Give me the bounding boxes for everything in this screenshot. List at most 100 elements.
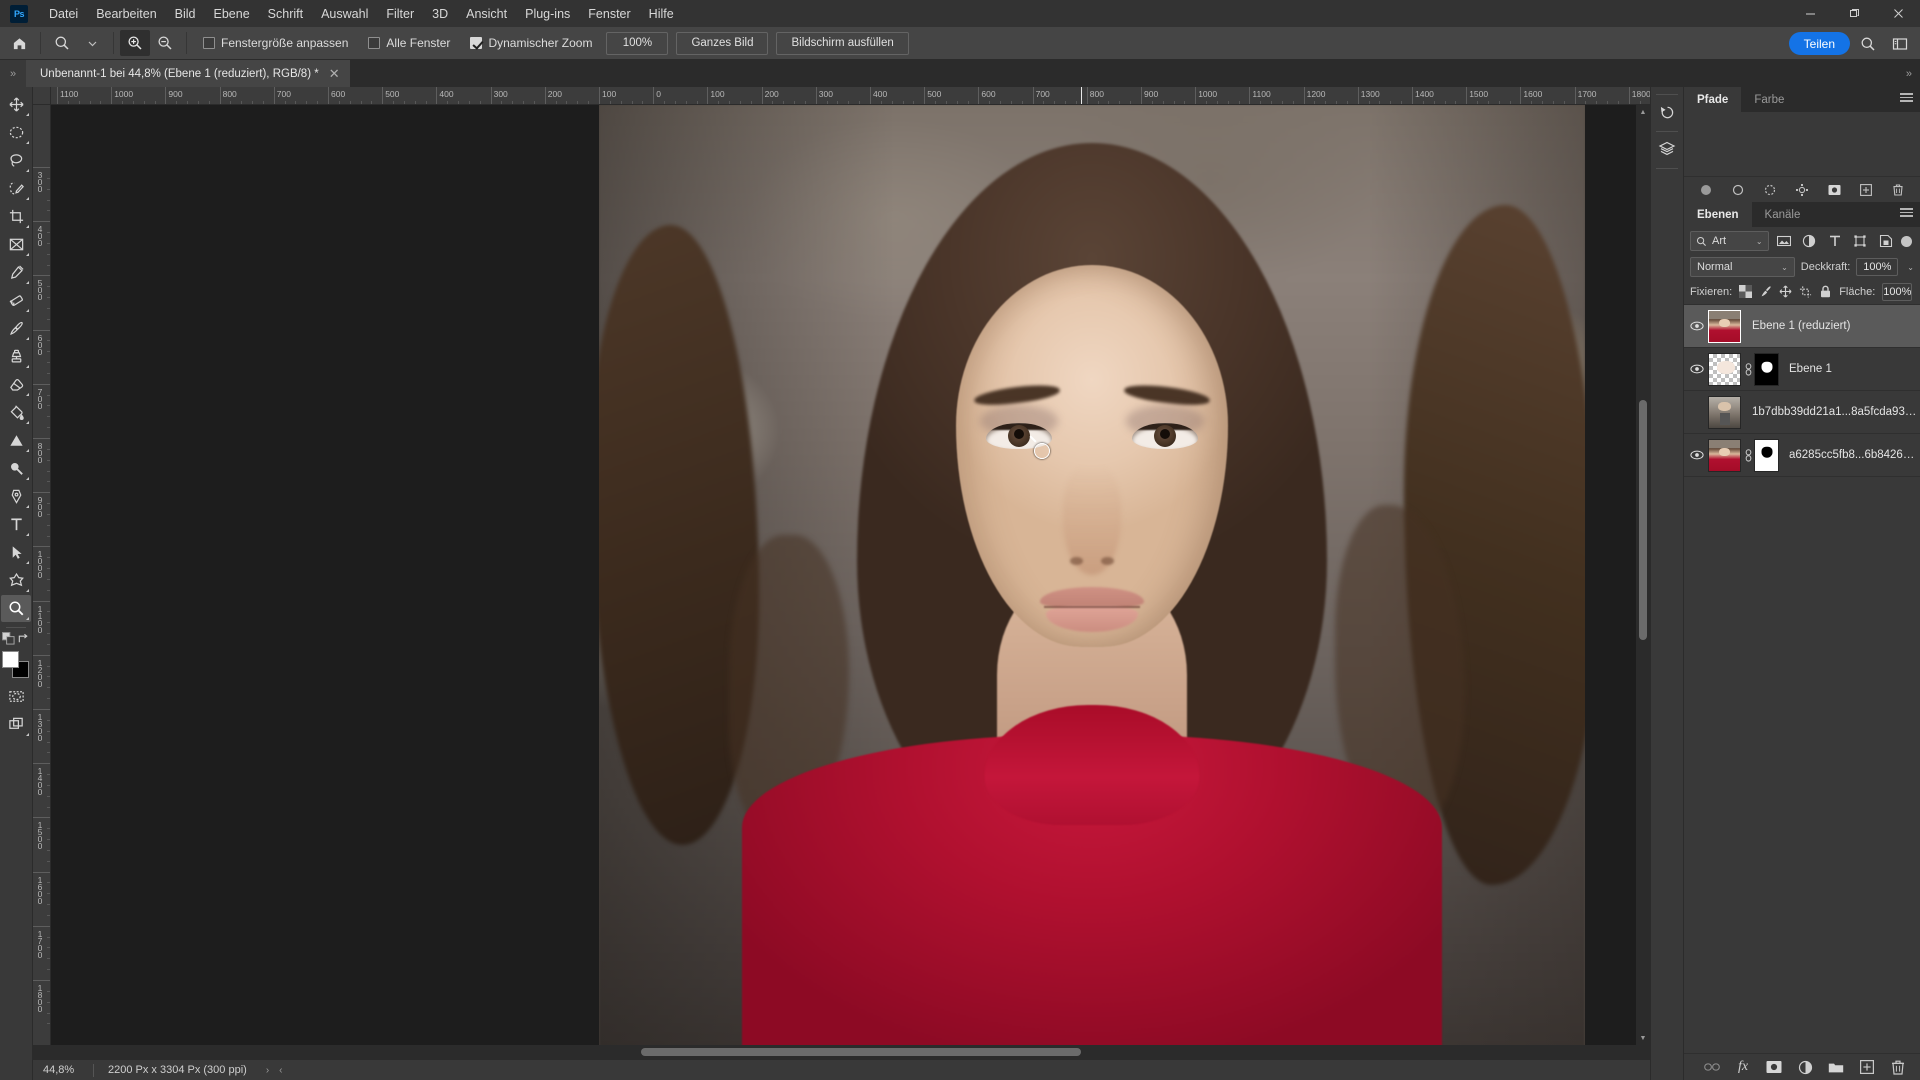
menu-schrift[interactable]: Schrift xyxy=(259,2,312,26)
document-tab[interactable]: Unbenannt-1 bei 44,8% (Ebene 1 (reduzier… xyxy=(26,60,351,87)
tab-pfade[interactable]: Pfade xyxy=(1684,87,1742,112)
checkbox-dynamischer-zoom[interactable]: Dynamischer Zoom xyxy=(460,36,602,50)
tool-quick-selection[interactable] xyxy=(1,175,31,202)
close-button[interactable] xyxy=(1876,0,1920,27)
layer-thumbnail[interactable] xyxy=(1708,352,1741,386)
tool-lasso[interactable] xyxy=(1,147,31,174)
canvas-vertical-scrollbar[interactable]: ▲ ▼ xyxy=(1636,105,1650,1045)
adjustment-filter-icon[interactable] xyxy=(1799,231,1820,251)
layer-visibility-toggle[interactable] xyxy=(1686,320,1708,332)
shape-filter-icon[interactable] xyxy=(1850,231,1871,251)
layer-mask-link-icon[interactable] xyxy=(1742,362,1754,376)
expand-panel-icon[interactable]: » xyxy=(0,60,26,87)
chevron-down-icon[interactable]: ⌄ xyxy=(1756,237,1763,246)
fill-value[interactable]: 100% xyxy=(1882,282,1913,301)
default-colors-icon[interactable] xyxy=(2,632,15,645)
load-selection-icon[interactable] xyxy=(1763,182,1778,197)
layer-visibility-toggle[interactable] xyxy=(1686,449,1708,461)
tool-preset-caret-icon[interactable] xyxy=(77,30,107,56)
menu-bild[interactable]: Bild xyxy=(166,2,205,26)
zoom-tool-preset-icon[interactable] xyxy=(47,30,77,56)
smart-object-filter-icon[interactable] xyxy=(1876,231,1897,251)
lock-transparent-pixels-icon[interactable] xyxy=(1739,284,1753,300)
share-button[interactable]: Teilen xyxy=(1788,32,1850,55)
tool-clone-stamp[interactable] xyxy=(1,343,31,370)
delete-layer-icon[interactable] xyxy=(1890,1059,1906,1075)
fit-image-button[interactable]: Ganzes Bild xyxy=(676,31,769,55)
add-mask-icon[interactable] xyxy=(1827,182,1842,197)
opacity-value[interactable]: 100% xyxy=(1856,258,1899,276)
layer-mask-link-icon[interactable] xyxy=(1742,448,1754,462)
opacity-chevron-icon[interactable]: ⌄ xyxy=(1904,263,1914,272)
menu-3d[interactable]: 3D xyxy=(423,2,457,26)
tool-pen[interactable] xyxy=(1,483,31,510)
tool-blur[interactable] xyxy=(1,427,31,454)
blend-mode-select[interactable]: Normal ⌄ xyxy=(1690,257,1795,277)
layer-name[interactable]: 1b7dbb39dd21a1...8a5fcda93d5e72 xyxy=(1742,406,1920,418)
layer-mask-thumbnail[interactable] xyxy=(1754,438,1779,472)
menu-plugins[interactable]: Plug-ins xyxy=(516,2,579,26)
tool-frame[interactable] xyxy=(1,231,31,258)
tool-zoom[interactable] xyxy=(1,595,31,622)
checkbox-fenstergroesse-anpassen[interactable]: Fenstergröße anpassen xyxy=(193,36,358,50)
filter-toggle[interactable] xyxy=(1901,235,1913,247)
layer-visibility-toggle[interactable] xyxy=(1686,363,1708,375)
stroke-path-icon[interactable] xyxy=(1731,182,1746,197)
paths-list[interactable] xyxy=(1684,112,1920,176)
layer-thumbnail[interactable] xyxy=(1708,309,1741,343)
lock-position-icon[interactable] xyxy=(1779,284,1792,300)
status-zoom-level[interactable]: 44,8% xyxy=(33,1064,93,1076)
tab-ebenen[interactable]: Ebenen xyxy=(1684,202,1752,227)
paths-panel-menu-icon[interactable] xyxy=(1900,93,1913,102)
layer-style-fx-icon[interactable]: fx xyxy=(1735,1059,1751,1075)
tool-path-selection[interactable] xyxy=(1,539,31,566)
menu-ansicht[interactable]: Ansicht xyxy=(457,2,516,26)
menu-bearbeiten[interactable]: Bearbeiten xyxy=(87,2,165,26)
scroll-up-arrow[interactable]: ▲ xyxy=(1636,105,1650,119)
layer-name[interactable]: Ebene 1 (reduziert) xyxy=(1742,320,1850,332)
quick-mask-icon[interactable] xyxy=(1,683,31,710)
new-layer-icon[interactable] xyxy=(1859,1059,1875,1075)
layer-row-ebene-1-reduziert[interactable]: Ebene 1 (reduziert) xyxy=(1684,305,1920,348)
tool-move[interactable] xyxy=(1,91,31,118)
layer-comps-icon[interactable] xyxy=(1653,135,1681,163)
new-adjustment-layer-icon[interactable] xyxy=(1797,1059,1813,1075)
canvas-horizontal-scrollbar[interactable] xyxy=(33,1045,1650,1059)
layer-name[interactable]: a6285cc5fb8...6b8426d1be7 xyxy=(1779,449,1920,461)
tool-healing-brush[interactable] xyxy=(1,287,31,314)
layer-name[interactable]: Ebene 1 xyxy=(1779,363,1832,375)
tab-farbe[interactable]: Farbe xyxy=(1741,87,1798,112)
tool-gradient[interactable] xyxy=(1,399,31,426)
zoom-100-button[interactable]: 100% xyxy=(606,31,669,55)
tool-eyedropper[interactable] xyxy=(1,259,31,286)
zoom-in-icon[interactable] xyxy=(120,30,150,56)
lock-all-icon[interactable] xyxy=(1819,284,1832,300)
foreground-color-swatch[interactable] xyxy=(2,651,19,668)
tool-eraser[interactable] xyxy=(1,371,31,398)
type-filter-icon[interactable] xyxy=(1825,231,1846,251)
screen-mode-icon[interactable] xyxy=(1,711,31,738)
link-layers-icon[interactable] xyxy=(1704,1059,1720,1075)
layers-panel-menu-icon[interactable] xyxy=(1900,208,1913,217)
add-mask-icon[interactable] xyxy=(1766,1059,1782,1075)
lock-artboard-icon[interactable] xyxy=(1799,284,1812,300)
tab-close-icon[interactable]: ✕ xyxy=(329,67,340,80)
layer-thumbnail[interactable] xyxy=(1708,395,1741,429)
horizontal-scroll-thumb[interactable] xyxy=(641,1048,1081,1056)
workspace-icon[interactable] xyxy=(1886,31,1914,57)
vertical-scroll-thumb[interactable] xyxy=(1639,400,1647,640)
status-prev-arrow[interactable]: ‹ xyxy=(274,1065,287,1076)
scroll-down-arrow[interactable]: ▼ xyxy=(1636,1031,1650,1045)
tool-dodge[interactable] xyxy=(1,455,31,482)
color-swatches[interactable] xyxy=(1,650,31,680)
tool-marquee[interactable] xyxy=(1,119,31,146)
layer-row-1b7dbb39[interactable]: 1b7dbb39dd21a1...8a5fcda93d5e72 xyxy=(1684,391,1920,434)
layer-row-ebene-1[interactable]: Ebene 1 xyxy=(1684,348,1920,391)
layer-thumbnail[interactable] xyxy=(1708,438,1741,472)
search-icon[interactable] xyxy=(1854,31,1882,57)
tool-type[interactable] xyxy=(1,511,31,538)
layer-kind-select[interactable]: Art ⌄ xyxy=(1690,231,1769,251)
layer-row-a6285cc5[interactable]: a6285cc5fb8...6b8426d1be7 xyxy=(1684,434,1920,477)
status-next-arrow[interactable]: › xyxy=(261,1065,274,1076)
vertical-ruler[interactable]: 300 400 500 600 700 800 900 1000 1100 1200 1300 140… xyxy=(33,105,51,1045)
